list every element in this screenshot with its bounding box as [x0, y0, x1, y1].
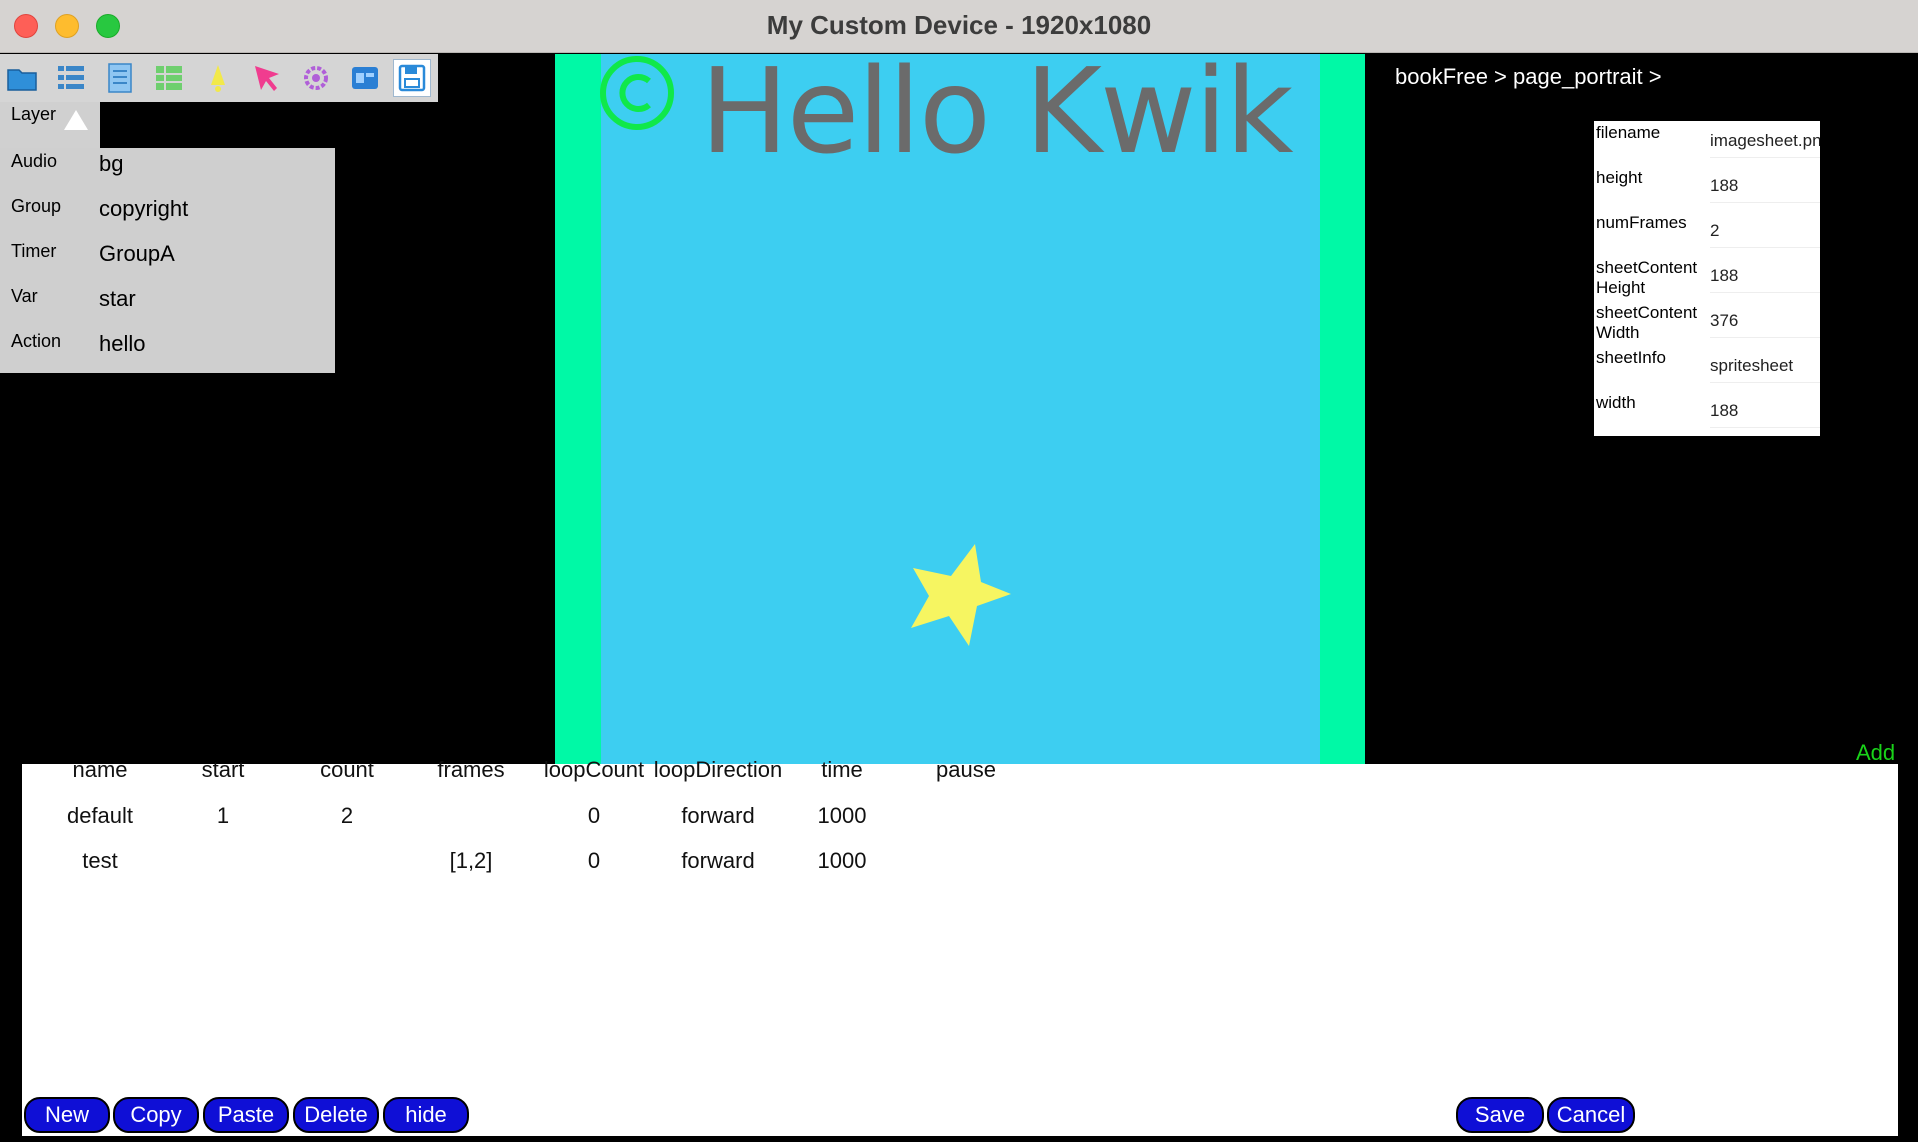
property-key: width: [1596, 393, 1636, 412]
cell-count[interactable]: 2: [341, 803, 353, 829]
sequence-table-panel: [22, 764, 1898, 1136]
property-value[interactable]: imagesheet.png: [1710, 131, 1820, 158]
cell-start[interactable]: 1: [217, 803, 229, 829]
stage-left-border: [555, 54, 601, 764]
property-row: sheetContent Width 376: [1594, 301, 1820, 346]
cell-loopcount[interactable]: 0: [588, 848, 600, 874]
column-header-count: count: [320, 757, 374, 782]
column-header-start: start: [201, 757, 245, 782]
category-timer[interactable]: Timer: [11, 241, 56, 262]
layer-tab-label: Layer: [11, 104, 57, 124]
layer-item-hello[interactable]: hello: [99, 331, 145, 357]
property-key: sheetInfo: [1596, 348, 1666, 367]
property-key: sheetContent Width: [1596, 303, 1698, 342]
stage-right-border: [1320, 54, 1365, 764]
star-icon[interactable]: [905, 538, 1015, 648]
cell-name[interactable]: default: [67, 803, 133, 829]
bell-icon[interactable]: [199, 59, 237, 97]
delete-button[interactable]: Delete: [293, 1097, 379, 1133]
property-value[interactable]: 188: [1710, 401, 1820, 428]
property-value[interactable]: 188: [1710, 266, 1820, 293]
add-sequence-link[interactable]: Add: [1856, 740, 1895, 766]
layer-item-copyright[interactable]: copyright: [99, 196, 188, 222]
cursor-icon[interactable]: [248, 59, 286, 97]
property-row: filename imagesheet.png: [1594, 121, 1820, 166]
property-key: filename: [1596, 123, 1661, 142]
folder-icon[interactable]: [3, 59, 41, 97]
layer-item-star[interactable]: star: [99, 286, 136, 312]
cell-loopdirection[interactable]: forward: [681, 803, 754, 829]
collapse-triangle-icon[interactable]: [64, 110, 88, 130]
property-row: numFrames 2: [1594, 211, 1820, 256]
page-icon[interactable]: [101, 59, 139, 97]
hide-button[interactable]: hide: [383, 1097, 469, 1133]
property-value[interactable]: 188: [1710, 176, 1820, 203]
layout-icon[interactable]: [346, 59, 384, 97]
cancel-button[interactable]: Cancel: [1547, 1097, 1635, 1133]
property-row: width 188: [1594, 391, 1820, 436]
property-key: sheetContent Height: [1596, 258, 1698, 297]
new-button[interactable]: New: [24, 1097, 110, 1133]
breadcrumb: bookFree > page_portrait >: [1395, 64, 1662, 89]
property-row: height 188: [1594, 166, 1820, 211]
category-var[interactable]: Var: [11, 286, 38, 307]
copy-button[interactable]: Copy: [113, 1097, 199, 1133]
cell-name[interactable]: test: [82, 848, 117, 874]
category-audio[interactable]: Audio: [11, 151, 57, 172]
layer-item-bg[interactable]: bg: [99, 151, 123, 177]
property-row: sheetInfo spritesheet: [1594, 346, 1820, 391]
category-action[interactable]: Action: [11, 331, 61, 352]
column-header-loopcount: loopCount: [543, 757, 645, 782]
property-key: height: [1596, 168, 1643, 187]
window-title: My Custom Device - 1920x1080: [766, 10, 1152, 40]
copyright-icon[interactable]: [598, 54, 676, 132]
cell-loopdirection[interactable]: forward: [681, 848, 754, 874]
property-value[interactable]: spritesheet: [1710, 356, 1820, 383]
column-header-loopdirection: loopDirection: [653, 757, 783, 782]
property-value[interactable]: 376: [1710, 311, 1820, 338]
column-header-time: time: [821, 757, 863, 782]
cell-time[interactable]: 1000: [818, 803, 867, 829]
save-icon[interactable]: [393, 59, 431, 97]
properties-panel: filename imagesheet.png height 188 numFr…: [1594, 121, 1820, 436]
column-header-name: name: [72, 757, 128, 782]
column-header-pause: pause: [936, 757, 996, 782]
paste-button[interactable]: Paste: [203, 1097, 289, 1133]
cell-frames[interactable]: [1,2]: [450, 848, 493, 874]
property-value[interactable]: 2: [1710, 221, 1820, 248]
gear-icon[interactable]: [297, 59, 335, 97]
list-icon[interactable]: [52, 59, 90, 97]
cell-time[interactable]: 1000: [818, 848, 867, 874]
hello-text[interactable]: Hello Kwik: [700, 42, 1294, 180]
save-button[interactable]: Save: [1456, 1097, 1544, 1133]
toolbar: [0, 54, 438, 102]
layer-item-groupa[interactable]: GroupA: [99, 241, 175, 267]
cell-loopcount[interactable]: 0: [588, 803, 600, 829]
grid-icon[interactable]: [150, 59, 188, 97]
column-header-frames: frames: [437, 757, 505, 782]
category-group[interactable]: Group: [11, 196, 61, 217]
property-key: numFrames: [1596, 213, 1687, 232]
property-row: sheetContent Height 188: [1594, 256, 1820, 301]
console-strip: [0, 1136, 1918, 1142]
